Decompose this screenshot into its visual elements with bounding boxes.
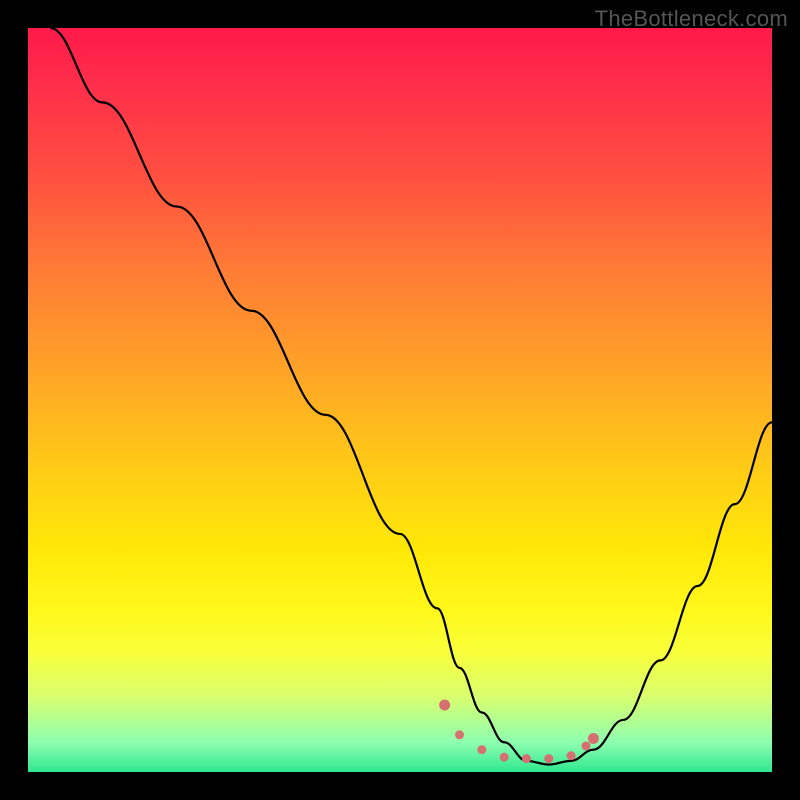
chart-svg [28, 28, 772, 772]
highlight-dot [500, 753, 509, 762]
watermark-text: TheBottleneck.com [595, 6, 788, 32]
highlight-dot [588, 733, 599, 744]
bottleneck-curve [50, 28, 772, 765]
highlight-dot [567, 751, 576, 760]
plot-area [28, 28, 772, 772]
highlight-dot [477, 745, 486, 754]
chart-frame [28, 28, 772, 772]
highlight-dot [544, 754, 553, 763]
highlight-dots [439, 700, 599, 764]
highlight-dot [522, 754, 531, 763]
highlight-dot [439, 700, 450, 711]
highlight-dot [582, 741, 591, 750]
highlight-dot [455, 730, 464, 739]
